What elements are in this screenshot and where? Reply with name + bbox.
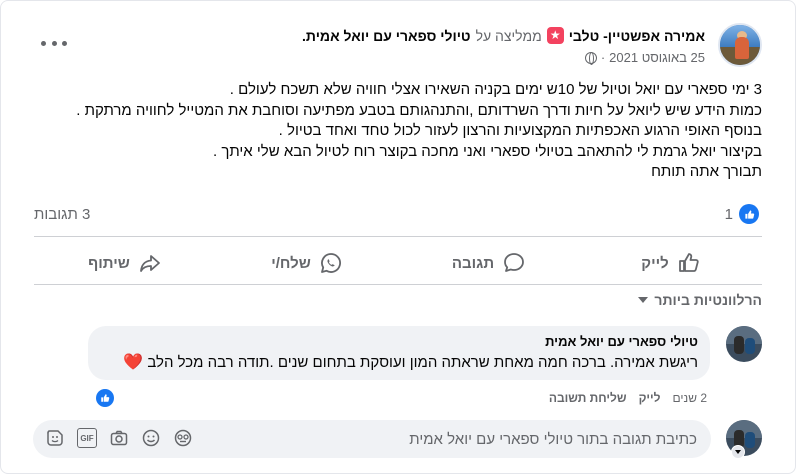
post-meta: 25 באוגוסט 2021 · — [584, 50, 705, 65]
author-name[interactable]: אמירה אפשטיין- טלבי — [569, 28, 705, 44]
post-header: אמירה אפשטיין- טלבי ★ ממליצה על טיולי ספ… — [302, 27, 705, 44]
comment-time[interactable]: 2 שנים — [673, 391, 707, 405]
author-avatar[interactable] — [718, 23, 762, 67]
comment-bubble: טיולי ספארי עם יואל אמית ריגשת אמירה. בר… — [88, 326, 710, 380]
post-body-line: 3 ימי ספארי עם יואל וטיול של 10ש ימים בק… — [229, 81, 762, 98]
meta-separator: · — [600, 50, 606, 65]
comment-like-link[interactable]: לייק — [639, 391, 661, 405]
camera-icon[interactable] — [109, 428, 129, 448]
comment-like-reaction-icon[interactable] — [96, 389, 114, 407]
dot-icon — [62, 40, 67, 46]
recommends-text: ממליצה על — [475, 27, 542, 44]
post-body: 3 ימי ספארי עם יואל וטיול של 10ש ימים בק… — [22, 80, 762, 183]
like-button[interactable]: לייק — [580, 245, 762, 281]
post-actions-bar: לייק תגובה שלח/י שיתוף — [34, 245, 762, 281]
like-count: 1 — [724, 205, 733, 223]
comment-meta: 2 שנים לייק שליחת תשובה — [549, 391, 707, 405]
gif-label: GIF — [77, 428, 97, 448]
share-button[interactable]: שיתוף — [34, 245, 216, 281]
send-button-label: שלח/י — [271, 254, 311, 272]
thumbs-up-icon — [678, 253, 699, 272]
comment-sort-label: הרלוונטיות ביותר — [654, 292, 762, 308]
share-button-label: שיתוף — [88, 254, 130, 272]
comment-input[interactable] — [357, 420, 697, 458]
comment-reply-link[interactable]: שליחת תשובה — [549, 391, 627, 405]
reactions-summary[interactable]: 1 — [725, 204, 759, 224]
review-post-card: אמירה אפשטיין- טלבי ★ ממליצה על טיולי ספ… — [0, 0, 796, 474]
dot-icon — [51, 40, 57, 46]
gif-icon[interactable]: GIF — [77, 428, 97, 448]
commenter-avatar[interactable] — [726, 326, 762, 362]
like-button-label: לייק — [641, 254, 669, 272]
dot-icon — [41, 40, 46, 46]
emoji-icon[interactable] — [141, 428, 161, 448]
send-button[interactable]: שלח/י — [216, 245, 398, 281]
post-body-line: בנוסף האופי הרגוע האכפתיות המקצועיות והר… — [278, 122, 762, 139]
divider — [34, 284, 762, 285]
divider — [34, 236, 762, 237]
avatar-sticker-icon[interactable] — [173, 428, 193, 448]
recommend-star-icon: ★ — [546, 27, 564, 44]
comment-bubble-icon — [504, 253, 525, 272]
like-reaction-icon — [739, 204, 759, 224]
post-body-line: תבורך אתה תותח — [651, 163, 762, 180]
comment-text-body: ריגשת אמירה. ברכה חמה מאחת שראתה המון וע… — [147, 354, 698, 371]
reply-composer[interactable]: GIF — [33, 420, 711, 458]
page-name-link[interactable]: טיולי ספארי עם יואל אמית. — [302, 28, 471, 44]
whatsapp-icon — [320, 253, 341, 273]
post-body-line: כמות הידע שיש ליואל על חיות ודרך השרדותם… — [76, 101, 762, 119]
comment-sort-dropdown[interactable]: הרלוונטיות ביותר — [638, 292, 762, 308]
comment-author[interactable]: טיולי ספארי עם יואל אמית — [100, 334, 698, 349]
post-body-line: בקיצור יואל גרמת לי להתאהב בטיולי ספארי … — [213, 142, 762, 160]
comment-button[interactable]: תגובה — [398, 245, 580, 281]
sticker-icon[interactable] — [45, 428, 65, 448]
comment-button-label: תגובה — [451, 254, 495, 272]
comments-count-link[interactable]: 3 תגובות — [34, 206, 90, 223]
composer-icons: GIF — [45, 428, 193, 448]
caret-down-icon — [638, 297, 649, 303]
chevron-down-icon[interactable] — [731, 445, 745, 459]
globe-icon — [584, 51, 597, 65]
comment-text: ריגשת אמירה. ברכה חמה מאחת שראתה המון וע… — [100, 352, 698, 372]
heart-emoji: ❤️ — [123, 354, 144, 371]
post-date[interactable]: 25 באוגוסט 2021 — [609, 50, 705, 65]
more-options-button[interactable] — [41, 33, 67, 53]
share-arrow-icon — [139, 255, 160, 272]
